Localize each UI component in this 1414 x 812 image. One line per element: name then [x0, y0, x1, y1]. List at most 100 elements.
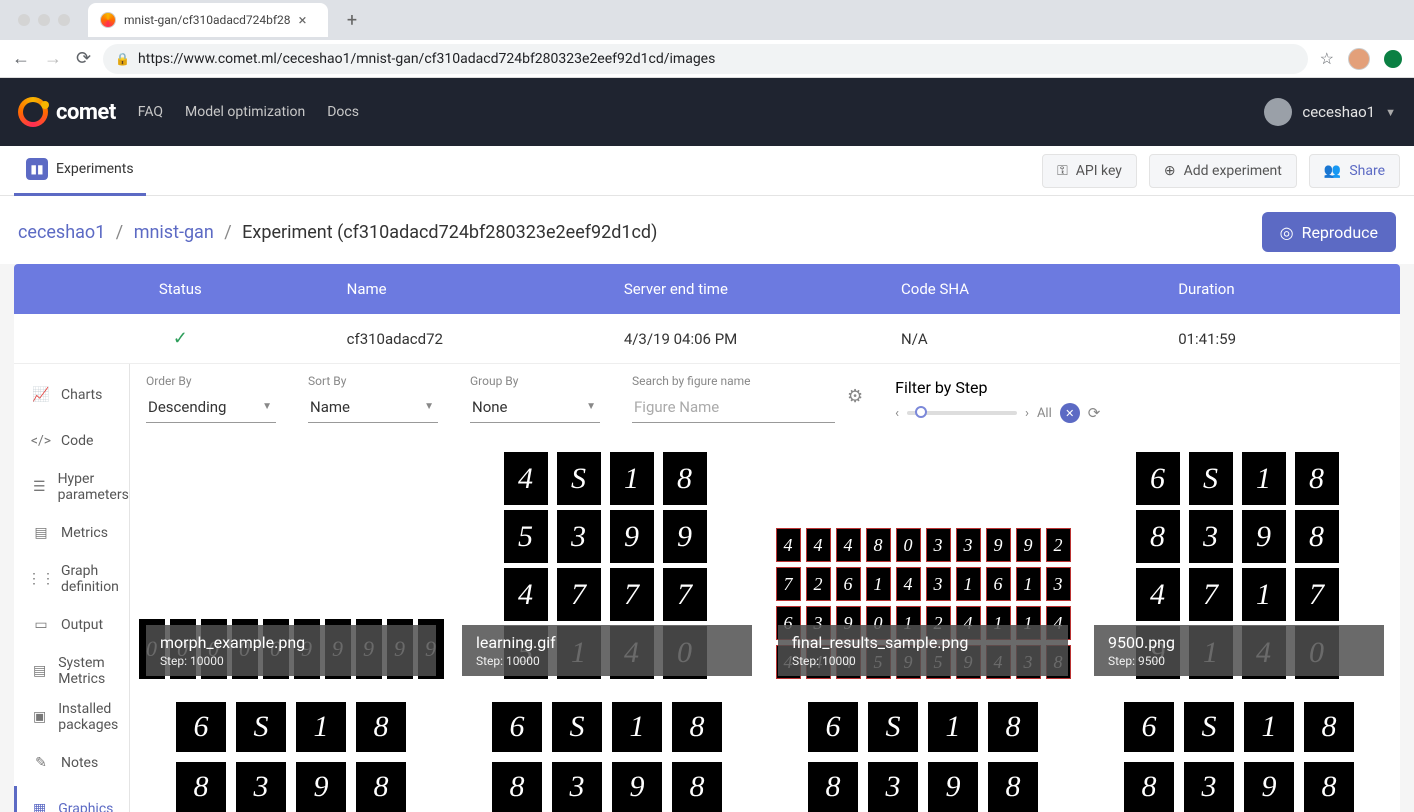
image-card[interactable]: 4S18539947775140 learning.gif Step: 1000…: [462, 443, 752, 676]
terminal-icon: ▭: [33, 617, 49, 633]
sidebar-item-charts[interactable]: 📈Charts: [14, 372, 129, 418]
row-endtime: 4/3/19 04:06 PM: [624, 330, 901, 348]
refresh-icon[interactable]: ⟳: [1088, 403, 1108, 423]
tab-bar: mnist-gan/cf310adacd724bf28 × +: [0, 0, 1414, 40]
tab-title: mnist-gan/cf310adacd724bf28: [124, 13, 291, 27]
window-controls[interactable]: [18, 14, 70, 26]
search-input[interactable]: [632, 392, 835, 423]
check-icon: ✓: [173, 328, 188, 349]
reload-icon[interactable]: ⟳: [76, 48, 91, 69]
add-experiment-button[interactable]: ⊕ Add experiment: [1149, 154, 1297, 188]
user-avatar-icon: [1264, 98, 1292, 126]
share-icon: 👥: [1324, 163, 1341, 179]
url-field[interactable]: 🔒 https://www.comet.ml/ceceshao1/mnist-g…: [103, 44, 1308, 74]
sidebar-item-hyperparameters[interactable]: ☰Hyper parameters: [14, 464, 129, 510]
sidebar-item-graphics[interactable]: ▦Graphics: [14, 786, 129, 812]
image-grid-row2: 6S188398 6S188398 6S188398 6S188398: [130, 692, 1400, 812]
browser-tab[interactable]: mnist-gan/cf310adacd724bf28 ×: [88, 3, 328, 37]
user-menu[interactable]: ceceshao1 ▼: [1264, 98, 1396, 126]
code-icon: </>: [33, 433, 49, 449]
forward-icon[interactable]: →: [44, 48, 62, 69]
sort-by-select[interactable]: Name: [308, 392, 438, 423]
chevron-down-icon: ▼: [1385, 106, 1396, 119]
back-icon[interactable]: ←: [12, 48, 30, 69]
graph-icon: ⋮⋮: [33, 571, 49, 587]
api-key-button[interactable]: ⚿ API key: [1042, 154, 1137, 188]
image-card[interactable]: 4448033992726143161363901241144445959438…: [778, 443, 1068, 676]
tab-experiments[interactable]: ▮▮ Experiments: [14, 146, 146, 196]
sidebar-item-installed-packages[interactable]: ▣Installed packages: [14, 694, 129, 740]
breadcrumb: ceceshao1 / mnist-gan / Experiment (cf31…: [18, 222, 657, 243]
notes-icon: ✎: [33, 755, 49, 771]
sidebar-item-metrics[interactable]: ▤Metrics: [14, 510, 129, 556]
new-tab-button[interactable]: +: [338, 10, 366, 31]
package-icon: ▣: [33, 709, 46, 725]
profile-avatar-icon[interactable]: [1348, 48, 1370, 70]
action-row: ▮▮ Experiments ⚿ API key ⊕ Add experimen…: [0, 146, 1414, 196]
system-icon: ▤: [33, 663, 46, 679]
sidebar: 📈Charts </>Code ☰Hyper parameters ▤Metri…: [14, 364, 130, 812]
status-header: Status Name Server end time Code SHA Dur…: [14, 264, 1400, 314]
browser-chrome: mnist-gan/cf310adacd724bf28 × + ← → ⟳ 🔒 …: [0, 0, 1414, 78]
step-value: All: [1037, 406, 1052, 421]
favicon-icon: [100, 12, 116, 28]
image-card[interactable]: 6S188398: [146, 702, 436, 812]
col-endtime: Server end time: [624, 280, 901, 298]
main-split: 📈Charts </>Code ☰Hyper parameters ▤Metri…: [14, 364, 1400, 812]
crumb-project[interactable]: mnist-gan: [134, 222, 214, 243]
star-icon[interactable]: ☆: [1320, 49, 1334, 68]
col-name: Name: [347, 280, 624, 298]
image-card[interactable]: 6S188398: [778, 702, 1068, 812]
sidebar-item-system-metrics[interactable]: ▤System Metrics: [14, 648, 129, 694]
step-slider[interactable]: [907, 411, 1017, 415]
sort-by-label: Sort By: [308, 374, 438, 388]
content-panel: Order By Descending Sort By Name Group B…: [130, 364, 1400, 812]
lock-icon: 🔒: [115, 52, 130, 66]
order-by-select[interactable]: Descending: [146, 392, 276, 423]
extension-icon[interactable]: [1384, 50, 1402, 68]
nav-docs[interactable]: Docs: [327, 104, 359, 120]
sidebar-item-graph-definition[interactable]: ⋮⋮Graph definition: [14, 556, 129, 602]
group-by-select[interactable]: None: [470, 392, 600, 423]
image-card[interactable]: 6S18839847179140 9500.png Step: 9500: [1094, 443, 1384, 676]
row-name: cf310adacd72: [347, 330, 624, 348]
sidebar-item-notes[interactable]: ✎Notes: [14, 740, 129, 786]
slider-prev-icon[interactable]: ‹: [895, 406, 899, 421]
image-card[interactable]: 6S188398: [1094, 702, 1384, 812]
col-status: Status: [14, 280, 347, 298]
url-text: https://www.comet.ml/ceceshao1/mnist-gan…: [138, 51, 715, 67]
status-row: ✓ cf310adacd72 4/3/19 04:06 PM N/A 01:41…: [14, 314, 1400, 364]
step-filter-label: Filter by Step: [895, 378, 1108, 397]
nav-faq[interactable]: FAQ: [138, 104, 163, 120]
sidebar-item-code[interactable]: </>Code: [14, 418, 129, 464]
image-caption: morph_example.png Step: 10000: [146, 625, 436, 676]
close-tab-icon[interactable]: ×: [299, 11, 307, 29]
slider-next-icon[interactable]: ›: [1025, 406, 1029, 421]
nav-links: FAQ Model optimization Docs: [138, 104, 359, 120]
list-icon: ☰: [33, 479, 46, 495]
search-label: Search by figure name: [632, 374, 835, 388]
reproduce-button[interactable]: ◎ Reproduce: [1262, 212, 1396, 252]
clear-filter-icon[interactable]: ✕: [1060, 403, 1080, 423]
sidebar-item-output[interactable]: ▭Output: [14, 602, 129, 648]
key-icon: ⚿: [1057, 163, 1068, 179]
col-sha: Code SHA: [901, 280, 1178, 298]
plus-circle-icon: ⊕: [1164, 163, 1176, 179]
logo-icon: [18, 97, 48, 127]
row-sha: N/A: [901, 330, 1178, 348]
crumb-workspace[interactable]: ceceshao1: [18, 222, 105, 243]
row-duration: 01:41:59: [1178, 330, 1400, 348]
gear-icon[interactable]: ⚙: [847, 386, 863, 407]
app-navbar: comet FAQ Model optimization Docs cecesh…: [0, 78, 1414, 146]
nav-model-optimization[interactable]: Model optimization: [185, 104, 305, 120]
graphics-icon: ▦: [33, 801, 46, 812]
crumb-experiment: Experiment (cf310adacd724bf280323e2eef92…: [242, 222, 657, 243]
image-card[interactable]: 6S188398: [462, 702, 752, 812]
image-caption: final_results_sample.png Step: 10000: [778, 625, 1068, 676]
nav-controls: ← → ⟳: [12, 48, 91, 69]
filter-bar: Order By Descending Sort By Name Group B…: [130, 364, 1400, 427]
share-button[interactable]: 👥 Share: [1309, 154, 1400, 188]
image-card[interactable]: 0000099999 morph_example.png Step: 10000: [146, 443, 436, 676]
breadcrumb-row: ceceshao1 / mnist-gan / Experiment (cf31…: [0, 196, 1414, 264]
logo[interactable]: comet: [18, 97, 116, 127]
